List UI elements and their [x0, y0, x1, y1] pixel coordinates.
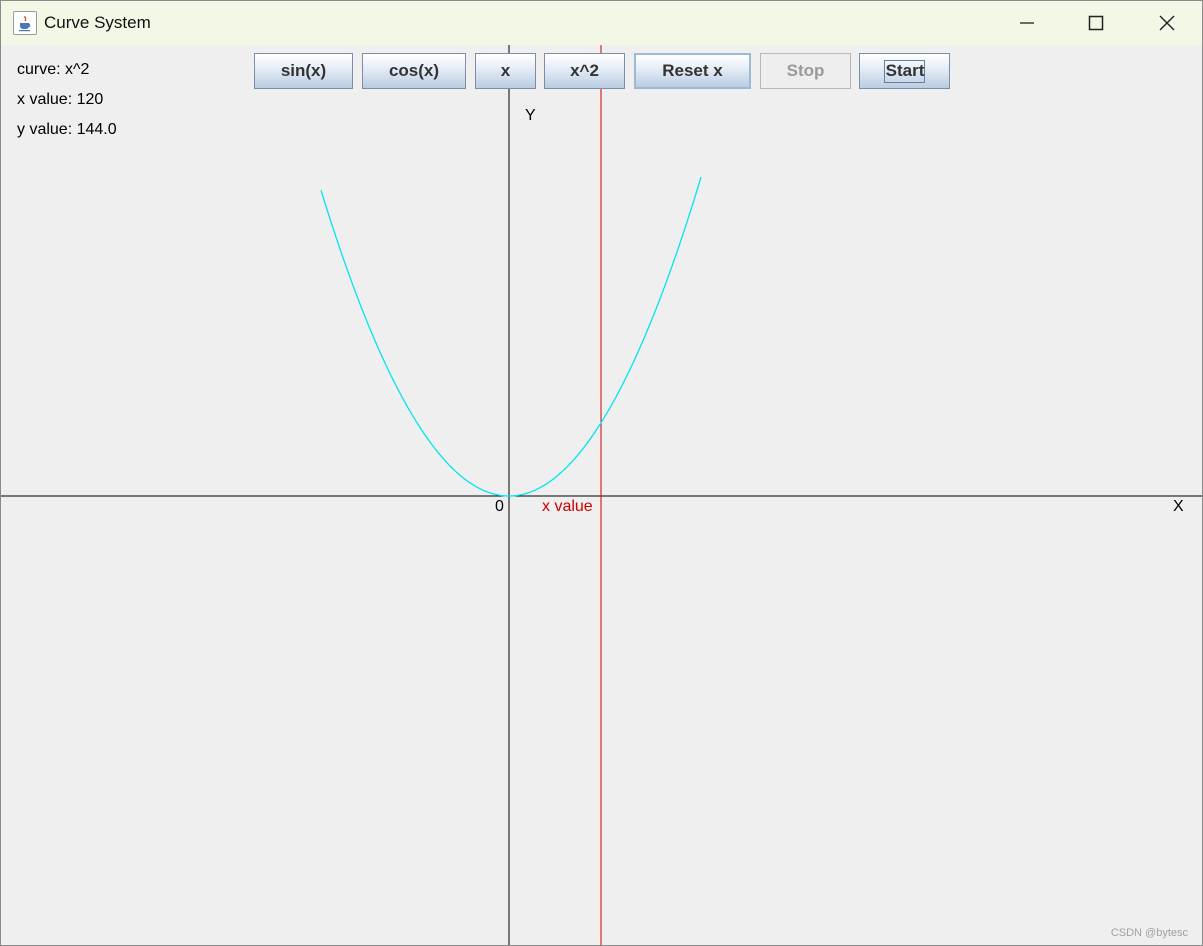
x-button[interactable]: x [475, 53, 536, 89]
app-window: Curve System 0 Y X x value curve: x^2 x … [0, 0, 1203, 946]
watermark: CSDN @bytesc [1110, 927, 1188, 939]
java-coffee-cup-icon[interactable] [13, 11, 37, 35]
title-bar[interactable]: Curve System [1, 1, 1202, 45]
sin-button[interactable]: sin(x) [254, 53, 353, 89]
start-button[interactable]: Start [859, 53, 950, 89]
origin-label: 0 [495, 498, 504, 515]
start-button-label: Start [883, 59, 926, 83]
reset-x-button[interactable]: Reset x [634, 53, 751, 89]
curve-line [320, 176, 702, 497]
y-axis-label: Y [525, 107, 536, 124]
x-value-marker-label: x value [542, 498, 593, 515]
stop-button-label: Stop [786, 61, 825, 80]
close-button[interactable] [1132, 1, 1202, 45]
cos-button[interactable]: cos(x) [362, 53, 466, 89]
stop-button[interactable]: Stop [760, 53, 851, 89]
drawing-panel: 0 Y X x value curve: x^2 x value: 120 y … [1, 45, 1202, 945]
x-axis-label: X [1173, 498, 1184, 515]
window-title: Curve System [44, 13, 151, 32]
minimize-button[interactable] [992, 1, 1062, 45]
curve-plot: 0 Y X x value [1, 45, 1202, 945]
x-squared-button-label: x^2 [570, 61, 599, 80]
sin-button-label: sin(x) [280, 61, 327, 80]
y-value-info: y value: 144.0 [17, 121, 117, 138]
x-value-info: x value: 120 [17, 91, 104, 108]
maximize-icon [1088, 15, 1104, 31]
maximize-button[interactable] [1061, 1, 1131, 45]
close-icon [1159, 15, 1175, 31]
x-button-label: x [500, 61, 511, 80]
cos-button-label: cos(x) [388, 61, 440, 80]
x-squared-button[interactable]: x^2 [544, 53, 625, 89]
curve-info: curve: x^2 [17, 61, 90, 78]
minimize-icon [1020, 22, 1034, 24]
reset-x-button-label: Reset x [662, 61, 723, 80]
